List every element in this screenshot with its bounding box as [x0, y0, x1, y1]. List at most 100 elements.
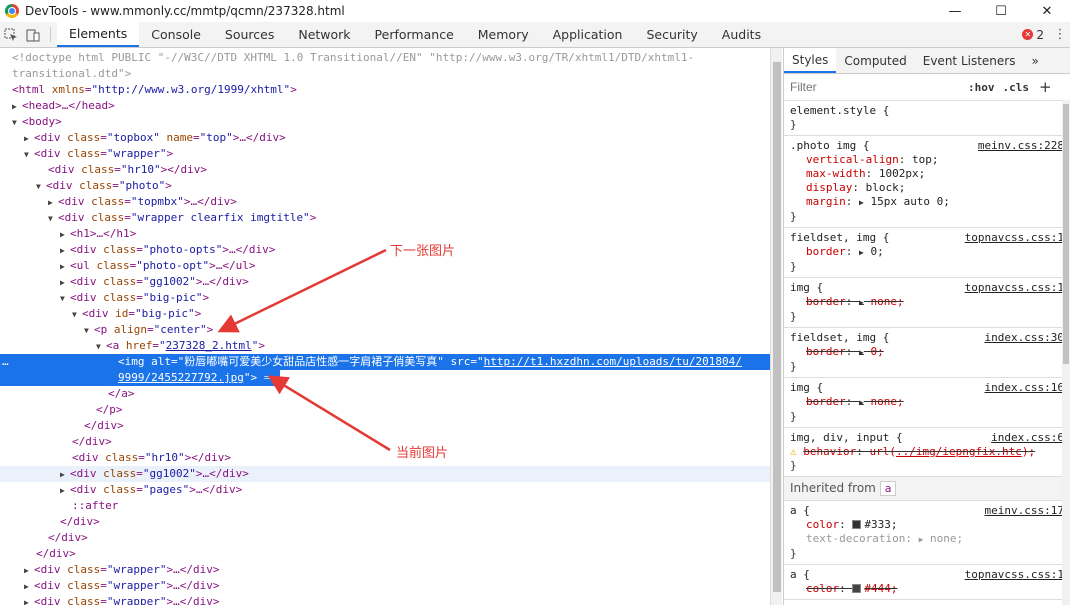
minimize-button[interactable]: — — [932, 0, 978, 22]
color-swatch[interactable] — [852, 584, 862, 593]
rule-source-link[interactable]: index.css:6 — [991, 431, 1064, 445]
more-options-icon[interactable]: ⋮ — [1050, 22, 1070, 47]
dom-line-close-div1[interactable]: </div> — [0, 418, 770, 434]
href-link[interactable]: 237328_2.html — [166, 339, 252, 352]
dom-line-topmbx[interactable]: ▶ <div class="topmbx">…</div> — [0, 194, 770, 210]
dom-line-close-a[interactable]: </a> — [0, 386, 770, 402]
expand-arrow-icon[interactable]: ▶ — [24, 563, 34, 579]
style-rule-a-2[interactable]: topnavcss.css:1 a { color: #444; — [784, 565, 1070, 600]
style-property[interactable]: display: block; — [790, 181, 1064, 195]
expand-arrow-icon[interactable]: ▶ — [60, 227, 70, 243]
rule-source-link[interactable]: meinv.css:17 — [985, 504, 1064, 518]
expand-arrow-icon[interactable]: ▶ — [60, 275, 70, 291]
dom-line-big-pic-class[interactable]: ▼ <div class="big-pic"> — [0, 290, 770, 306]
style-property[interactable]: margin: ▶ 15px auto 0; — [790, 195, 1064, 210]
device-toolbar-icon[interactable] — [22, 22, 44, 47]
style-rule-photo-img[interactable]: meinv.css:228 .photo img { vertical-align… — [784, 136, 1070, 228]
expand-arrow-icon[interactable]: ▶ — [859, 198, 864, 207]
dom-line-anchor[interactable]: ▼ <a href="237328_2.html"> — [0, 338, 770, 354]
dom-line-wrapper[interactable]: ▼ <div class="wrapper"> — [0, 146, 770, 162]
tab-styles[interactable]: Styles — [784, 48, 837, 73]
expand-arrow-icon[interactable]: ▶ — [60, 259, 70, 275]
styles-scrollbar[interactable] — [1062, 100, 1070, 605]
dom-line-pages[interactable]: ▶ <div class="pages">…</div> — [0, 482, 770, 498]
dom-line-photo[interactable]: ▼ <div class="photo"> — [0, 178, 770, 194]
style-rule-fieldset-img-1[interactable]: topnavcss.css:1 fieldset, img { border: ▶… — [784, 228, 1070, 278]
dom-line-big-pic-id[interactable]: ▼ <div id="big-pic"> — [0, 306, 770, 322]
style-property[interactable]: border: ▶ 0; — [790, 245, 1064, 260]
error-counter[interactable]: ✕ 2 — [1016, 22, 1050, 47]
scrollbar-thumb[interactable] — [1063, 104, 1069, 364]
dom-line-gg1002[interactable]: ▶ <div class="gg1002">…</div> — [0, 274, 770, 290]
collapse-arrow-icon[interactable]: ▼ — [12, 115, 22, 131]
dom-line-wrapper-b[interactable]: ▶ <div class="wrapper">…</div> — [0, 562, 770, 578]
tab-network[interactable]: Network — [286, 22, 362, 47]
color-swatch[interactable] — [852, 520, 862, 529]
dom-line-doctype[interactable]: <!doctype html PUBLIC "-//W3C//DTD XHTML… — [0, 50, 770, 66]
collapse-arrow-icon[interactable]: ▼ — [84, 323, 94, 339]
tab-console[interactable]: Console — [139, 22, 213, 47]
dom-line-wrapper-d[interactable]: ▶ <div class="wrapper">…</div> — [0, 594, 770, 605]
dom-line-close-div4[interactable]: </div> — [0, 530, 770, 546]
rule-source-link[interactable]: topnavcss.css:1 — [965, 281, 1064, 295]
style-property-warning[interactable]: ⚠ behavior: url(../img/iepngfix.htc); — [790, 445, 1064, 459]
class-toggle-button[interactable]: .cls — [1003, 81, 1030, 94]
dom-line-close-p[interactable]: </p> — [0, 402, 770, 418]
style-rule-img-2[interactable]: index.css:16 img { border: ▶ none; } — [784, 378, 1070, 428]
tab-computed[interactable]: Computed — [836, 48, 914, 73]
style-rule-element[interactable]: element.style { } — [784, 101, 1070, 136]
style-property[interactable]: vertical-align: top; — [790, 153, 1064, 167]
style-rule-img-div-input[interactable]: index.css:6 img, div, input { ⚠ behavior:… — [784, 428, 1070, 477]
expand-arrow-icon[interactable]: ▶ — [24, 579, 34, 595]
collapse-arrow-icon[interactable]: ▼ — [60, 291, 70, 307]
dom-line-imgtitle[interactable]: ▼ <div class="wrapper clearfix imgtitle"> — [0, 210, 770, 226]
rule-source-link[interactable]: meinv.css:228 — [978, 139, 1064, 153]
more-tabs-icon[interactable]: » — [1023, 48, 1046, 73]
rule-source-link[interactable]: topnavcss.css:1 — [965, 568, 1064, 582]
style-rule-fieldset-img-2[interactable]: index.css:30 fieldset, img { border: ▶ 0;… — [784, 328, 1070, 378]
dom-line-head[interactable]: ▶ <head>…</head> — [0, 98, 770, 114]
style-property-overridden[interactable]: border: ▶ none; — [790, 295, 1064, 310]
expand-arrow-icon[interactable]: ▶ — [60, 483, 70, 499]
inspect-icon[interactable] — [0, 22, 22, 47]
tab-security[interactable]: Security — [634, 22, 709, 47]
tab-memory[interactable]: Memory — [466, 22, 541, 47]
tab-elements[interactable]: Elements — [57, 22, 140, 47]
dom-line-close-div5[interactable]: </div> — [0, 546, 770, 562]
url-link[interactable]: ../img/iepngfix.htc — [896, 445, 1022, 458]
style-property-overridden[interactable]: border: ▶ 0; — [790, 345, 1064, 360]
collapse-arrow-icon[interactable]: ▼ — [36, 179, 46, 195]
style-property-overridden[interactable]: color: #444; — [790, 582, 1064, 596]
new-rule-icon[interactable]: + — [1039, 78, 1052, 96]
dom-line-photo-opts[interactable]: ▶ <div class="photo-opts">…</div> — [0, 242, 770, 258]
styles-filter-input[interactable] — [790, 80, 960, 94]
dom-line-close-div3[interactable]: </div> — [0, 514, 770, 530]
style-rule-img-1[interactable]: topnavcss.css:1 img { border: ▶ none; } — [784, 278, 1070, 328]
collapse-arrow-icon[interactable]: ▼ — [24, 147, 34, 163]
expand-arrow-icon[interactable]: ▶ — [12, 99, 22, 115]
dom-line-gg1002-b[interactable]: ▶ <div class="gg1002">…</div> — [0, 466, 770, 482]
src-link[interactable]: http://t1.hxzdhn.com/uploads/tu/201804/ — [484, 355, 742, 368]
maximize-button[interactable]: ☐ — [978, 0, 1024, 22]
dom-line-topbox[interactable]: ▶ <div class="topbox" name="top">…</div> — [0, 130, 770, 146]
scrollbar-thumb[interactable] — [773, 62, 781, 592]
hover-state-button[interactable]: :hov — [968, 81, 995, 94]
expand-arrow-icon[interactable]: ▶ — [60, 467, 70, 483]
expand-arrow-icon[interactable]: ▶ — [859, 298, 864, 307]
inherited-element-chip[interactable]: a — [879, 481, 897, 496]
expand-arrow-icon[interactable]: ▶ — [859, 248, 864, 257]
tab-performance[interactable]: Performance — [363, 22, 466, 47]
dom-line-html[interactable]: <html xmlns="http://www.w3.org/1999/xhtm… — [0, 82, 770, 98]
tab-audits[interactable]: Audits — [710, 22, 773, 47]
expand-arrow-icon[interactable]: ▶ — [24, 595, 34, 605]
rule-source-link[interactable]: index.css:30 — [985, 331, 1064, 345]
elements-scrollbar[interactable] — [770, 48, 782, 605]
expand-arrow-icon[interactable]: ▶ — [24, 131, 34, 147]
dom-line-p-center[interactable]: ▼ <p align="center"> — [0, 322, 770, 338]
dom-line-hr10-b[interactable]: <div class="hr10"></div> — [0, 450, 770, 466]
dom-line-body[interactable]: ▼ <body> — [0, 114, 770, 130]
dom-line-hr10[interactable]: <div class="hr10"></div> — [0, 162, 770, 178]
close-button[interactable]: ✕ — [1024, 0, 1070, 22]
style-property-overridden[interactable]: border: ▶ none; — [790, 395, 1064, 410]
style-property[interactable]: max-width: 1002px; — [790, 167, 1064, 181]
